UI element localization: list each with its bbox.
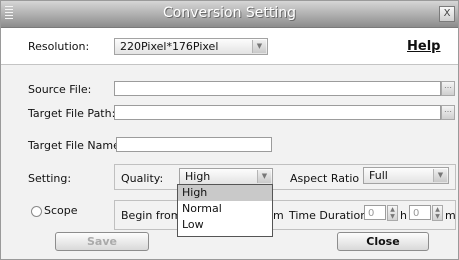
aspect-ratio-label: Aspect Ratio :	[290, 172, 367, 185]
quality-label: Quality:	[121, 172, 164, 185]
target-name-field[interactable]	[116, 137, 272, 152]
resolution-value: 220Pixel*176Pixel	[120, 40, 219, 53]
hours-spinner[interactable]: ▲ ▼	[387, 205, 398, 221]
setting-label: Setting:	[28, 172, 72, 185]
resolution-label: Resolution:	[28, 40, 90, 53]
close-button[interactable]: Close	[337, 232, 429, 251]
begin-from-label: Begin from:	[121, 209, 186, 222]
minutes-input[interactable]: 0	[409, 205, 431, 220]
hours-unit-label: h	[400, 209, 407, 222]
target-path-browse-button[interactable]: …	[441, 105, 455, 120]
quality-option-high[interactable]: High	[178, 185, 272, 201]
save-button[interactable]: Save	[55, 232, 149, 251]
resolution-section: Resolution: 220Pixel*176Pixel ▼	[1, 28, 458, 64]
scope-radio[interactable]	[31, 206, 42, 217]
minutes-unit-label: m	[445, 209, 456, 222]
chevron-down-icon: ▼	[257, 170, 271, 183]
source-browse-button[interactable]: …	[441, 81, 455, 96]
quality-value: High	[185, 170, 211, 183]
minutes-spinner[interactable]: ▲ ▼	[432, 205, 443, 221]
aspect-ratio-value: Full	[369, 169, 388, 182]
quality-dropdown-list: High Normal Low	[177, 184, 273, 237]
conversion-setting-dialog: Conversion Setting X Resolution: 220Pixe…	[0, 0, 459, 260]
title-bar[interactable]: Conversion Setting X	[1, 1, 458, 28]
close-icon[interactable]: X	[439, 6, 455, 22]
scope-label: Scope	[44, 204, 78, 217]
target-path-field[interactable]	[114, 105, 441, 120]
chevron-down-icon: ▼	[433, 169, 447, 182]
resolution-select[interactable]: 220Pixel*176Pixel ▼	[114, 38, 268, 55]
quality-option-low[interactable]: Low	[178, 217, 272, 233]
quality-select[interactable]: High ▼	[179, 168, 273, 185]
target-name-label: Target File Name:	[28, 139, 124, 152]
divider	[1, 64, 458, 65]
time-duration-label: Time Duration:	[289, 209, 371, 222]
source-file-label: Source File:	[28, 83, 92, 96]
help-link[interactable]: Help	[407, 39, 440, 54]
quality-option-normal[interactable]: Normal	[178, 201, 272, 217]
chevron-down-icon: ▼	[252, 40, 266, 53]
source-file-field[interactable]	[114, 81, 441, 96]
hours-input[interactable]: 0	[364, 205, 386, 220]
aspect-ratio-select[interactable]: Full ▼	[363, 167, 449, 184]
target-path-label: Target File Path:	[28, 107, 116, 120]
window-title: Conversion Setting	[162, 5, 297, 21]
begin-unit-label: m	[273, 209, 284, 222]
